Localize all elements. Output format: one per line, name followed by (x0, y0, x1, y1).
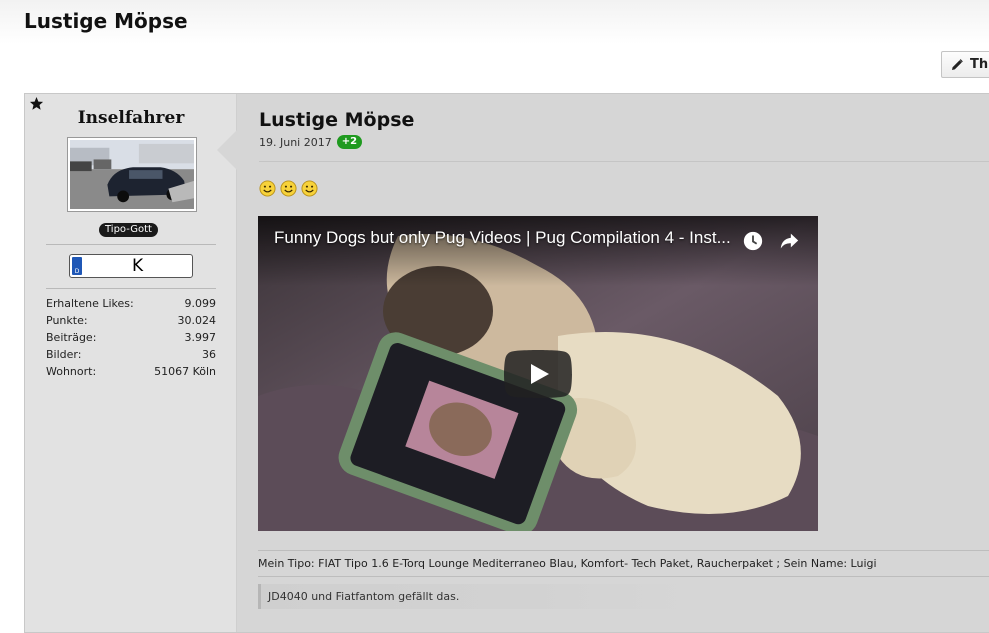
page-header: Lustige Möpse (0, 0, 989, 44)
author-sidebar: Inselfahrer Tipo-Gott D K Erhaltene Like… (25, 94, 237, 632)
likes-text[interactable]: JD4040 und Fiatfantom gefällt das. (268, 590, 459, 603)
stat-location: Wohnort: 51067 Köln (46, 363, 216, 380)
eu-plate-strip: D (72, 257, 82, 275)
smiley-row (259, 180, 318, 197)
thread-action-button[interactable]: Th (941, 51, 989, 78)
sidebar-divider (46, 288, 216, 289)
stat-value: 51067 Köln (154, 365, 216, 378)
bubble-arrow (217, 130, 237, 170)
stat-value: 30.024 (177, 314, 217, 327)
license-plate: D K (69, 254, 193, 278)
sidebar-divider (46, 244, 216, 245)
stat-points[interactable]: Punkte: 30.024 (46, 312, 216, 329)
smiley-icon (259, 180, 276, 197)
plate-country: D (74, 268, 80, 275)
stat-value: 9.099 (184, 297, 217, 310)
stat-label: Wohnort: (46, 365, 97, 378)
post-header-divider (259, 161, 989, 162)
stat-label: Beiträge: (46, 331, 97, 344)
avatar-image (70, 140, 194, 209)
thread-action-label: Th (970, 57, 989, 72)
author-stats: Erhaltene Likes: 9.099 Punkte: 30.024 Be… (46, 295, 216, 380)
forum-post: Inselfahrer Tipo-Gott D K Erhaltene Like… (24, 93, 989, 633)
share-icon[interactable] (778, 230, 800, 252)
post-title[interactable]: Lustige Möpse (259, 109, 414, 131)
stat-label: Erhaltene Likes: (46, 297, 134, 310)
stat-images[interactable]: Bilder: 36 (46, 346, 216, 363)
post-meta: 19. Juni 2017 +2 (259, 135, 363, 149)
page-title: Lustige Möpse (24, 9, 188, 33)
video-title[interactable]: Funny Dogs but only Pug Videos | Pug Com… (274, 228, 734, 248)
watch-later-icon[interactable] (742, 230, 764, 252)
play-button[interactable] (504, 350, 572, 398)
stat-label: Punkte: (46, 314, 88, 327)
avatar[interactable] (67, 137, 197, 212)
post-date[interactable]: 19. Juni 2017 (259, 136, 332, 149)
smiley-icon (301, 180, 318, 197)
post-signature: Mein Tipo: FIAT Tipo 1.6 E-Torq Lounge M… (258, 557, 877, 570)
signature-divider (258, 550, 989, 551)
smiley-icon (280, 180, 297, 197)
rank-badge: Tipo-Gott (99, 223, 158, 237)
stat-label: Bilder: (46, 348, 82, 361)
author-name[interactable]: Inselfahrer (25, 108, 237, 128)
stat-likes[interactable]: Erhaltene Likes: 9.099 (46, 295, 216, 312)
post-content: Lustige Möpse 19. Juni 2017 +2 Funny Dog… (237, 94, 989, 632)
stat-posts[interactable]: Beiträge: 3.997 (46, 329, 216, 346)
likes-divider (258, 576, 989, 577)
stat-value: 3.997 (184, 331, 217, 344)
embedded-video[interactable]: Funny Dogs but only Pug Videos | Pug Com… (258, 216, 818, 531)
stat-value: 36 (202, 348, 216, 361)
likes-summary: JD4040 und Fiatfantom gefällt das. (258, 584, 698, 609)
like-count-badge[interactable]: +2 (336, 135, 363, 149)
pencil-icon (952, 58, 963, 70)
plate-text: K (132, 256, 144, 276)
